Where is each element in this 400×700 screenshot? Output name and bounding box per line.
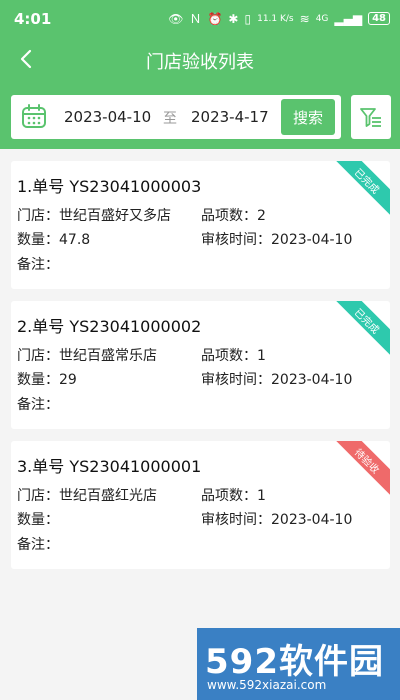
review-time-value: 2023-04-10	[271, 512, 353, 528]
eye-icon: 👁	[168, 11, 184, 26]
item-count-label: 品项数：	[201, 488, 257, 504]
item-count-row: 品项数：1	[201, 345, 266, 365]
nav-bar: 门店验收列表	[0, 38, 400, 83]
note-label: 备注：	[17, 537, 59, 553]
nfc-icon: Ｎ	[189, 12, 202, 26]
store-row: 门店：世纪百盛常乐店	[17, 345, 157, 365]
date-from-field[interactable]: 2023-04-10	[64, 108, 151, 126]
vibrate-icon: ▯	[244, 11, 252, 26]
signal-icon: ▂▄▆	[334, 11, 363, 26]
note-row: 备注：	[17, 534, 59, 554]
watermark: 592软件园 www.592xiazai.com	[197, 628, 400, 700]
store-row: 门店：世纪百盛红光店	[17, 485, 157, 505]
signal-type: 4G	[315, 13, 329, 24]
filter-button[interactable]	[351, 95, 391, 139]
filter-icon	[360, 108, 381, 127]
network-speed: 11.1 K/s	[257, 13, 294, 24]
store-label: 门店：	[17, 488, 59, 504]
quantity-value: 47.8	[59, 232, 91, 248]
date-range-box: 2023-04-10 至 2023-4-17 搜索	[11, 95, 341, 139]
quantity-row: 数量：29	[17, 369, 77, 389]
status-time: 4:01	[14, 10, 52, 28]
status-badge: 已完成	[329, 301, 390, 359]
quantity-label: 数量：	[17, 232, 59, 248]
review-time-value: 2023-04-10	[271, 232, 353, 248]
review-time-value: 2023-04-10	[271, 372, 353, 388]
quantity-row: 数量：	[17, 509, 59, 529]
quantity-value: 29	[59, 372, 77, 388]
store-row: 门店：世纪百盛好又多店	[17, 205, 171, 225]
item-count-row: 品项数：1	[201, 485, 266, 505]
order-card[interactable]: 已完成 2.单号 YS23041000002 门店：世纪百盛常乐店 品项数：1 …	[11, 301, 390, 429]
status-bar: 4:01 👁 Ｎ ⏰ ✱ ▯ 11.1 K/s ≋ 4G ▂▄▆ 48	[0, 0, 400, 38]
item-count-label: 品项数：	[201, 348, 257, 364]
store-label: 门店：	[17, 208, 59, 224]
item-count-value: 1	[257, 488, 266, 504]
store-value: 世纪百盛好又多店	[59, 208, 171, 224]
order-card[interactable]: 已完成 1.单号 YS23041000003 门店：世纪百盛好又多店 品项数：2…	[11, 161, 390, 289]
wifi-icon: ≋	[299, 11, 310, 26]
item-count-label: 品项数：	[201, 208, 257, 224]
status-badge: 待验收	[329, 441, 390, 499]
status-badge: 已完成	[329, 161, 390, 219]
item-count-row: 品项数：2	[201, 205, 266, 225]
review-time-label: 审核时间：	[201, 372, 271, 388]
store-value: 世纪百盛红光店	[59, 488, 157, 504]
item-count-value: 2	[257, 208, 266, 224]
battery-icon: 48	[368, 12, 390, 25]
bluetooth-icon: ✱	[228, 11, 239, 26]
quantity-row: 数量：47.8	[17, 229, 90, 249]
search-area: 2023-04-10 至 2023-4-17 搜索	[0, 83, 400, 149]
review-time-label: 审核时间：	[201, 232, 271, 248]
store-value: 世纪百盛常乐店	[59, 348, 157, 364]
review-time-row: 审核时间：2023-04-10	[201, 369, 352, 389]
alarm-icon: ⏰	[207, 11, 223, 26]
note-label: 备注：	[17, 397, 59, 413]
review-time-row: 审核时间：2023-04-10	[201, 509, 352, 529]
note-row: 备注：	[17, 254, 59, 274]
order-number: 1.单号 YS23041000003	[17, 177, 202, 196]
quantity-label: 数量：	[17, 372, 59, 388]
status-icons: 👁 Ｎ ⏰ ✱ ▯ 11.1 K/s ≋ 4G ▂▄▆ 48	[168, 10, 390, 27]
date-to-field[interactable]: 2023-4-17	[191, 108, 269, 126]
review-time-row: 审核时间：2023-04-10	[201, 229, 352, 249]
watermark-brand: 592软件园	[205, 642, 384, 682]
order-card[interactable]: 待验收 3.单号 YS23041000001 门店：世纪百盛红光店 品项数：1 …	[11, 441, 390, 569]
note-row: 备注：	[17, 394, 59, 414]
quantity-label: 数量：	[17, 512, 59, 528]
store-label: 门店：	[17, 348, 59, 364]
calendar-icon[interactable]	[20, 103, 48, 131]
item-count-value: 1	[257, 348, 266, 364]
order-number: 3.单号 YS23041000001	[17, 457, 202, 476]
watermark-url: www.592xiazai.com	[207, 678, 327, 692]
note-label: 备注：	[17, 257, 59, 273]
date-separator: 至	[163, 111, 177, 127]
review-time-label: 审核时间：	[201, 512, 271, 528]
order-number: 2.单号 YS23041000002	[17, 317, 202, 336]
search-button[interactable]: 搜索	[281, 99, 335, 135]
page-title: 门店验收列表	[146, 52, 254, 73]
